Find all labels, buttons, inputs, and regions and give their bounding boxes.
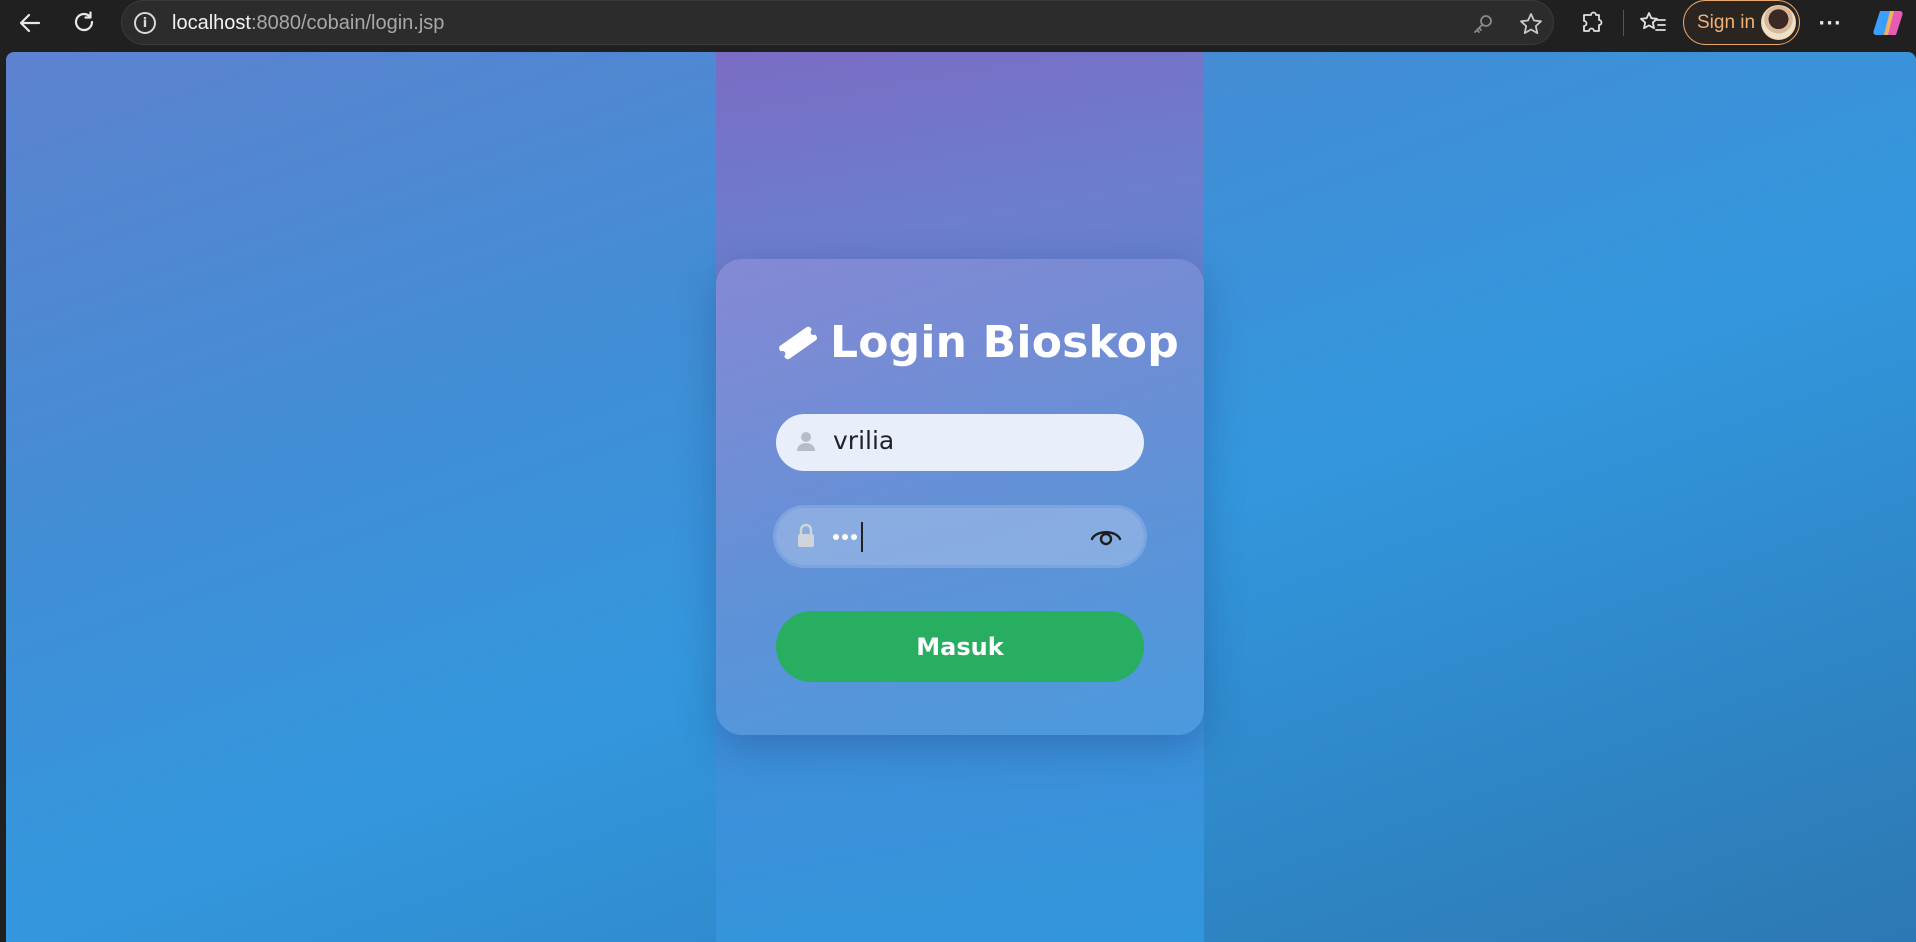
password-mask-dot — [851, 534, 857, 540]
password-mask — [833, 534, 860, 540]
copilot-icon[interactable] — [1870, 5, 1906, 41]
show-password-eye-icon[interactable] — [1090, 524, 1122, 548]
sign-in-button[interactable]: Sign in — [1683, 0, 1800, 45]
favorite-star-icon[interactable] — [1517, 10, 1545, 38]
reload-button[interactable] — [66, 6, 102, 40]
username-field[interactable]: vrilia — [776, 414, 1144, 471]
browser-toolbar: i localhost:8080/cobain/login.jsp Sign i… — [0, 0, 1916, 50]
text-caret — [861, 522, 863, 552]
password-key-icon[interactable] — [1469, 10, 1497, 38]
login-title: Login Bioskop — [776, 317, 1179, 368]
back-arrow-icon — [19, 13, 41, 33]
reload-icon — [74, 11, 94, 32]
username-value: vrilia — [833, 426, 895, 455]
url-text[interactable]: localhost:8080/cobain/login.jsp — [172, 12, 444, 35]
favorites-list-icon — [1640, 12, 1666, 31]
submit-login-label: Masuk — [916, 632, 1004, 661]
back-button[interactable] — [12, 6, 48, 40]
extensions-button[interactable] — [1574, 6, 1608, 40]
more-dots-icon: ··· — [1818, 12, 1842, 34]
ticket-icon — [779, 326, 817, 359]
address-bar[interactable]: i localhost:8080/cobain/login.jsp — [121, 0, 1554, 45]
password-mask-dot — [842, 534, 848, 540]
login-title-text: Login Bioskop — [830, 317, 1179, 368]
profile-avatar — [1761, 5, 1796, 40]
puzzle-icon — [1583, 11, 1603, 32]
sign-in-label: Sign in — [1697, 12, 1756, 33]
user-icon — [797, 432, 815, 451]
site-info-icon[interactable]: i — [134, 12, 156, 34]
lock-icon — [798, 523, 814, 547]
more-menu-button[interactable]: ··· — [1813, 6, 1847, 40]
password-mask-dot — [833, 534, 839, 540]
password-field[interactable] — [776, 508, 1144, 565]
login-card: Login Bioskop vrilia Masuk — [716, 259, 1204, 735]
favorites-button[interactable] — [1636, 6, 1670, 40]
page-viewport: Login Bioskop vrilia Masuk — [6, 52, 1916, 942]
submit-login-button[interactable]: Masuk — [776, 611, 1144, 682]
toolbar-divider — [1623, 10, 1624, 36]
